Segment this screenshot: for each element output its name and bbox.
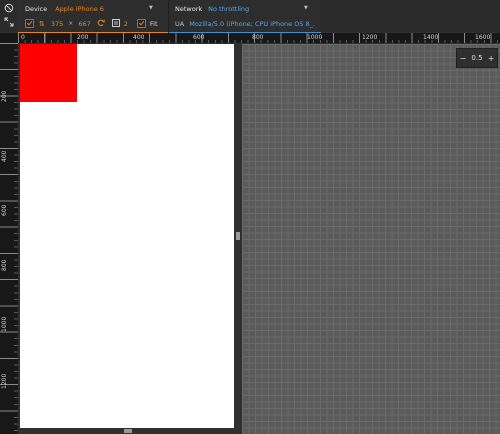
ruler-y-label: 600 xyxy=(1,204,8,216)
ruler-x-label: 1600 xyxy=(475,34,491,41)
rotate-icon[interactable] xyxy=(97,19,105,29)
ban-icon[interactable] xyxy=(3,2,15,14)
viewport-height-resize-handle[interactable] xyxy=(124,429,132,433)
user-agent-input[interactable]: Mozilla/5.0 (iPhone; CPU iPhone OS 8_... xyxy=(189,20,315,28)
viewport-width-resize-handle[interactable] xyxy=(236,232,240,240)
zoom-control: − 0.5 + xyxy=(456,48,498,68)
swap-dimensions-icon[interactable]: ⇅ xyxy=(39,20,45,28)
ruler-y-label: 800 xyxy=(1,259,8,271)
ruler-x-label: 600 xyxy=(193,34,205,41)
canvas-grid xyxy=(242,44,500,434)
ruler-y-label: 1200 xyxy=(1,373,8,389)
ruler-y-label: 400 xyxy=(1,150,8,162)
expand-icon[interactable] xyxy=(3,16,15,28)
red-square xyxy=(20,44,77,102)
fit-checkbox[interactable] xyxy=(136,19,146,28)
chevron-down-icon[interactable]: ▼ xyxy=(149,5,153,11)
ua-label: UA xyxy=(175,19,185,28)
ruler-x-label: 200 xyxy=(77,34,89,41)
ruler-x-label: 1400 xyxy=(423,34,439,41)
network-throttling-select[interactable]: No throttling xyxy=(208,5,249,13)
dpr-input[interactable]: 2 xyxy=(124,20,128,28)
device-panel: Device Apple iPhone 6 ▼ ⇅ 375 × 667 2 Fi… xyxy=(18,0,168,34)
emulation-checkbox[interactable] xyxy=(25,19,34,28)
zoom-in-button[interactable]: + xyxy=(488,54,495,63)
emulated-viewport[interactable] xyxy=(20,44,234,428)
ruler-x-label: 0 xyxy=(21,34,25,41)
fit-label: Fit xyxy=(149,19,158,28)
left-toolbar xyxy=(0,0,19,32)
zoom-level: 0.5 xyxy=(471,54,483,62)
device-select[interactable]: Apple iPhone 6 xyxy=(55,5,104,13)
ruler-x-label: 1000 xyxy=(307,34,323,41)
ruler-x-label: 400 xyxy=(133,34,145,41)
toolbar-empty-area xyxy=(320,0,500,32)
chevron-down-icon[interactable]: ▼ xyxy=(304,5,308,11)
width-input[interactable]: 375 xyxy=(51,20,63,28)
ruler-y-label: 1000 xyxy=(1,316,8,332)
zoom-out-button[interactable]: − xyxy=(460,54,467,63)
network-label: Network xyxy=(175,4,203,13)
device-pixel-ratio-icon xyxy=(111,18,120,29)
device-label: Device xyxy=(25,4,48,13)
ruler-x-label: 1200 xyxy=(362,34,378,41)
ruler-y-label: 200 xyxy=(1,90,8,102)
ruler-x-label: 800 xyxy=(252,34,264,41)
height-input[interactable]: 667 xyxy=(78,20,90,28)
times-sign: × xyxy=(68,20,74,27)
network-panel: Network No throttling ▼ UA Mozilla/5.0 (… xyxy=(168,0,321,34)
